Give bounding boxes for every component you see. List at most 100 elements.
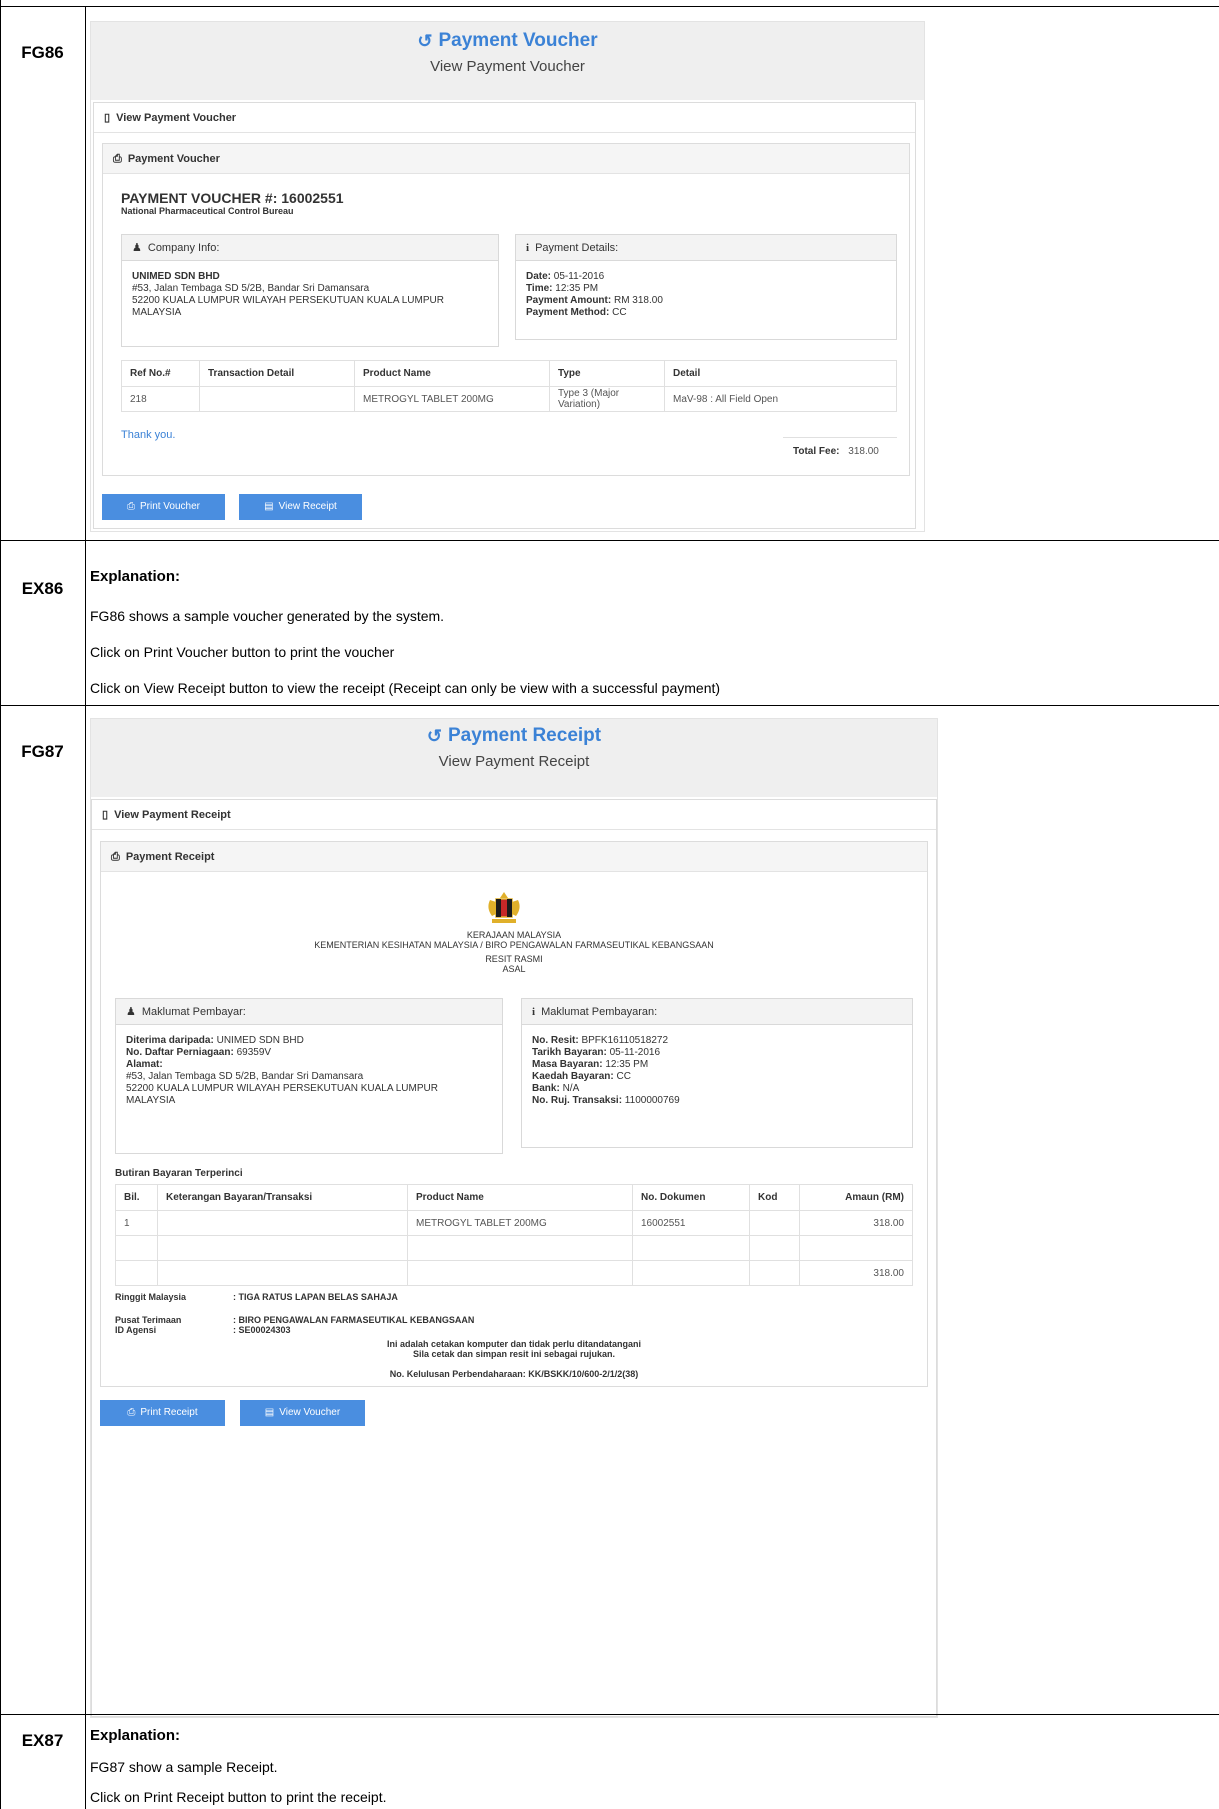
payment-details-label: Payment Details: (535, 241, 619, 254)
receipt-title: ↺ Payment Receipt (427, 725, 601, 747)
gov-line1: KERAJAAN MALAYSIA (466, 930, 562, 940)
voucher-table-header: Ref No.# Transaction Detail Product Name… (121, 360, 897, 387)
total-fee-label: Total Fee: (793, 446, 840, 457)
receipt-table: Bil. Keterangan Bayaran/Transaksi Produc… (115, 1184, 913, 1286)
col-kod: Kod (749, 1184, 800, 1211)
pusat-value: : BIRO PENGAWALAN FARMASEUTIKAL KEBANGSA… (233, 1315, 475, 1325)
ruj-label: No. Ruj. Transaksi: (532, 1095, 623, 1106)
table-row-total: 318.00 (115, 1260, 913, 1286)
payer-addr1: #53, Jalan Tembaga SD 5/2B, Bandar Sri D… (126, 1071, 364, 1082)
cell-product: METROGYL TABLET 200MG (354, 386, 550, 412)
user-icon: ♟ (132, 241, 142, 254)
voucher-header: ↺ Payment Voucher View Payment Voucher (91, 22, 924, 100)
company-info-label: Company Info: (147, 241, 220, 254)
document-page: FG86 ↺ Payment Voucher View Payment Vouc… (0, 0, 1219, 1809)
company-addr3: MALAYSIA (132, 307, 182, 318)
bank-value: N/A (559, 1083, 580, 1094)
col-amaun: Amaun (RM) (799, 1184, 913, 1211)
explanation-line3: Click on View Receipt button to view the… (90, 680, 721, 696)
print-receipt-button[interactable]: ⎙ Print Receipt (100, 1400, 225, 1426)
explanation-heading: Explanation: (90, 568, 181, 585)
reg-label: No. Daftar Perniagaan: (126, 1047, 234, 1058)
col-product: Product Name (407, 1184, 633, 1211)
company-info-head: ♟ Company Info: (122, 235, 498, 261)
method-label: Payment Method: (526, 307, 610, 318)
view-receipt-label: View Payment Receipt (114, 808, 231, 821)
cell-empty (407, 1235, 633, 1261)
list-icon: ▤ (264, 1407, 275, 1418)
row-ex87: EX87 Explanation: FG87 show a sample Rec… (0, 1714, 1219, 1809)
cell-empty (632, 1235, 750, 1261)
payer-info-box: ♟ Maklumat Pembayar: Diterima daripada: … (115, 998, 503, 1154)
view-receipt-button[interactable]: ▤ View Receipt (239, 494, 362, 520)
note-line1: Ini adalah cetakan komputer dan tidak pe… (386, 1339, 642, 1349)
cell-kod (749, 1210, 800, 1236)
column-divider (85, 706, 86, 1714)
pusat-labels: Pusat Terimaan ID Agensi (115, 1315, 181, 1335)
payment-info-head: i Maklumat Pembayaran: (522, 999, 912, 1025)
pusat-values: : BIRO PENGAWALAN FARMASEUTIKAL KEBANGSA… (233, 1315, 474, 1335)
col-keterangan: Keterangan Bayaran/Transaksi (157, 1184, 408, 1211)
gov-line2: KEMENTERIAN KESIHATAN MALAYSIA / BIRO PE… (314, 940, 714, 950)
amount-label: Payment Amount: (526, 295, 612, 306)
payment-receipt-panel-head: ⎙ Payment Receipt (101, 842, 927, 872)
explanation-heading: Explanation: (90, 1727, 181, 1744)
company-info-box: ♟ Company Info: UNIMED SDN BHD #53, Jala… (121, 234, 499, 347)
view-voucher-label: View Payment Voucher (116, 111, 237, 124)
voucher-table: Ref No.# Transaction Detail Product Name… (121, 360, 897, 412)
received-value: UNIMED SDN BHD (213, 1035, 304, 1046)
col-transaction: Transaction Detail (199, 360, 355, 387)
tarikh-label: Tarikh Bayaran: (532, 1047, 607, 1058)
government-header: KERAJAAN MALAYSIA KEMENTERIAN KESIHATAN … (101, 930, 927, 974)
masa-value: 12:35 PM (602, 1059, 649, 1070)
refresh-icon: ↺ (426, 725, 442, 746)
print-icon: ⎙ (113, 152, 122, 165)
col-ref: Ref No.# (121, 360, 200, 387)
masa-label: Masa Bayaran: (532, 1059, 603, 1070)
cell-empty (115, 1260, 158, 1286)
company-addr1: #53, Jalan Tembaga SD 5/2B, Bandar Sri D… (132, 283, 370, 294)
cell-ref: 218 (121, 386, 200, 412)
total-fee: Total Fee: 318.00 (793, 446, 879, 457)
refresh-icon: ↺ (417, 30, 433, 51)
cell-keterangan (157, 1210, 408, 1236)
print-voucher-button[interactable]: ⎙ Print Voucher (102, 494, 225, 520)
gov-line3: RESIT RASMI (485, 954, 543, 964)
ruj-value: 1100000769 (622, 1095, 680, 1106)
ringgit-value: : TIGA RATUS LAPAN BELAS SAHAJA (233, 1292, 398, 1302)
payment-info-box: i Maklumat Pembayaran: No. Resit: BPFK16… (521, 998, 913, 1148)
method-value: CC (609, 307, 627, 318)
view-voucher-button[interactable]: ▤ View Voucher (240, 1400, 365, 1426)
view-voucher-panel-head: ▯ View Payment Voucher (94, 103, 915, 133)
list-icon: ▤ (264, 501, 274, 512)
cell-empty (115, 1235, 158, 1261)
user-icon: ♟ (126, 1005, 136, 1018)
thank-you-text: Thank you. (121, 429, 176, 441)
view-receipt-panel-head: ▯ View Payment Receipt (92, 800, 936, 830)
file-icon: ▯ (104, 111, 111, 124)
kaedah-value: CC (613, 1071, 631, 1082)
receipt-subtitle: View Payment Receipt (438, 753, 590, 770)
cell-detail: MaV-98 : All Field Open (664, 386, 897, 412)
payer-addr3: MALAYSIA (126, 1095, 176, 1106)
view-voucher-label: View Voucher (279, 1407, 341, 1418)
receipt-notes: Ini adalah cetakan komputer dan tidak pe… (101, 1339, 927, 1379)
receipt-header: ↺ Payment Receipt View Payment Receipt (91, 719, 937, 797)
print-voucher-label: Print Voucher (139, 501, 201, 512)
payment-details-body: Date: 05-11-2016 Time: 12:35 PM Payment … (516, 261, 896, 329)
details-title: Butiran Bayaran Terperinci (115, 1168, 243, 1179)
cell-empty (157, 1235, 408, 1261)
date-label: Date: (526, 271, 552, 282)
addr-label: Alamat: (126, 1059, 163, 1070)
cell-empty (407, 1260, 633, 1286)
reg-value: 69359V (233, 1047, 272, 1058)
total-divider (783, 437, 897, 438)
payer-info-label: Maklumat Pembayar: (141, 1005, 246, 1018)
company-addr2: 52200 KUALA LUMPUR WILAYAH PERSEKUTUAN K… (132, 295, 444, 306)
company-name: UNIMED SDN BHD (132, 271, 220, 282)
info-icon: i (532, 1005, 536, 1018)
cell-transaction (199, 386, 355, 412)
payment-voucher-panel: ⎙ Payment Voucher PAYMENT VOUCHER #: 160… (102, 143, 910, 476)
row-label-ex87: EX87 (21, 1731, 64, 1750)
voucher-heading: PAYMENT VOUCHER #: 16002551 (121, 190, 344, 206)
